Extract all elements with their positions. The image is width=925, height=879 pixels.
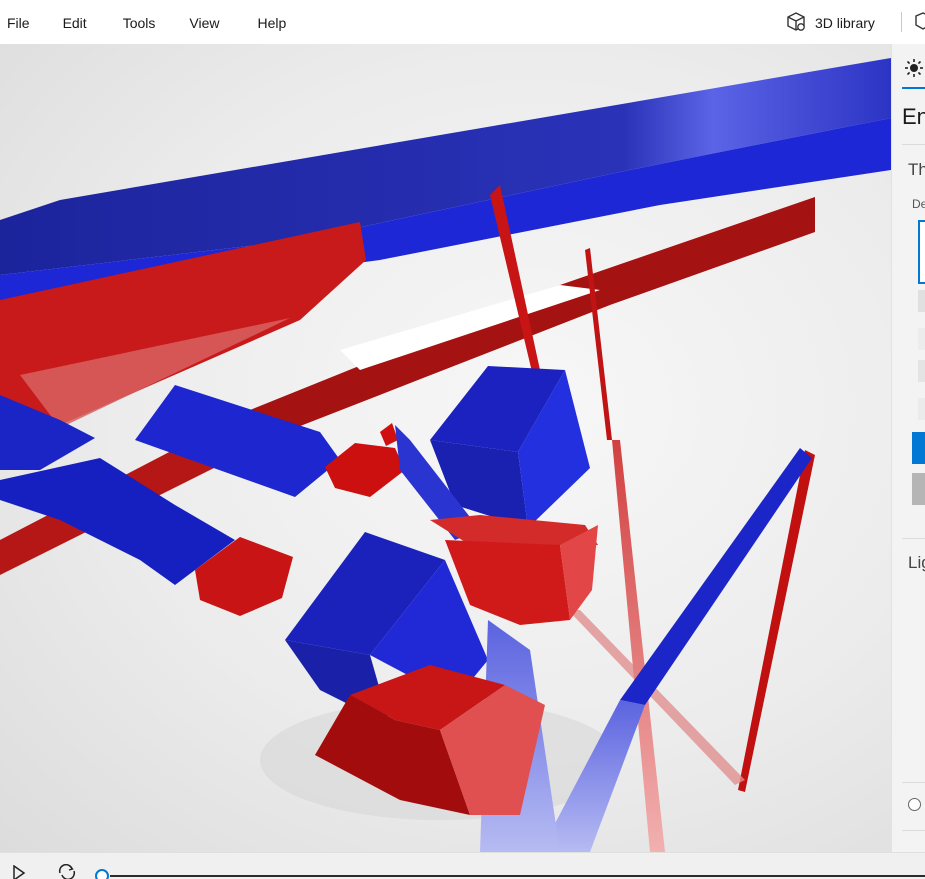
theme-swatch-4[interactable] — [918, 360, 925, 382]
theme-swatch-2[interactable] — [918, 290, 925, 312]
color-swatch-blue[interactable] — [912, 432, 925, 464]
cube-icon — [785, 11, 807, 36]
lighting-heading: Lig — [908, 553, 925, 572]
loop-icon[interactable] — [57, 863, 77, 879]
theme-swatch-3[interactable] — [918, 328, 925, 350]
red-gem-1 — [325, 443, 405, 497]
color-swatch-gray[interactable] — [912, 473, 925, 505]
3d-library-button[interactable]: 3D library — [785, 10, 875, 36]
panel-divider-3 — [902, 782, 925, 783]
default-label: De — [912, 197, 925, 211]
play-icon[interactable] — [12, 864, 26, 879]
toolbar-divider — [901, 12, 902, 32]
mixed-reality-icon[interactable] — [914, 12, 925, 30]
timeline-scrubber[interactable] — [95, 869, 109, 879]
sun-icon[interactable] — [904, 58, 924, 83]
3d-library-label: 3D library — [815, 15, 875, 31]
menu-edit[interactable]: Edit — [63, 0, 99, 44]
environment-panel: En Th De Lig — [891, 44, 925, 852]
red-stick-5 — [612, 440, 665, 852]
blue-slab-left-2 — [0, 458, 235, 585]
panel-divider-4 — [902, 830, 925, 831]
theme-swatch-5[interactable] — [918, 398, 925, 420]
active-tab-indicator — [902, 87, 925, 89]
lighting-radio[interactable] — [908, 798, 921, 811]
theme-swatch-selected[interactable] — [918, 220, 925, 284]
timeline-track[interactable] — [110, 875, 925, 877]
3d-scene — [0, 58, 891, 852]
menu-help[interactable]: Help — [257, 0, 298, 44]
menu-tools[interactable]: Tools — [123, 0, 168, 44]
theme-heading: Th — [908, 160, 925, 179]
timeline-bar — [0, 852, 925, 879]
3d-viewport[interactable] — [0, 44, 891, 852]
menu-view[interactable]: View — [189, 0, 231, 44]
panel-title: En — [902, 104, 925, 129]
menu-file[interactable]: File — [7, 0, 42, 44]
panel-divider — [902, 144, 925, 145]
panel-divider-2 — [902, 538, 925, 539]
